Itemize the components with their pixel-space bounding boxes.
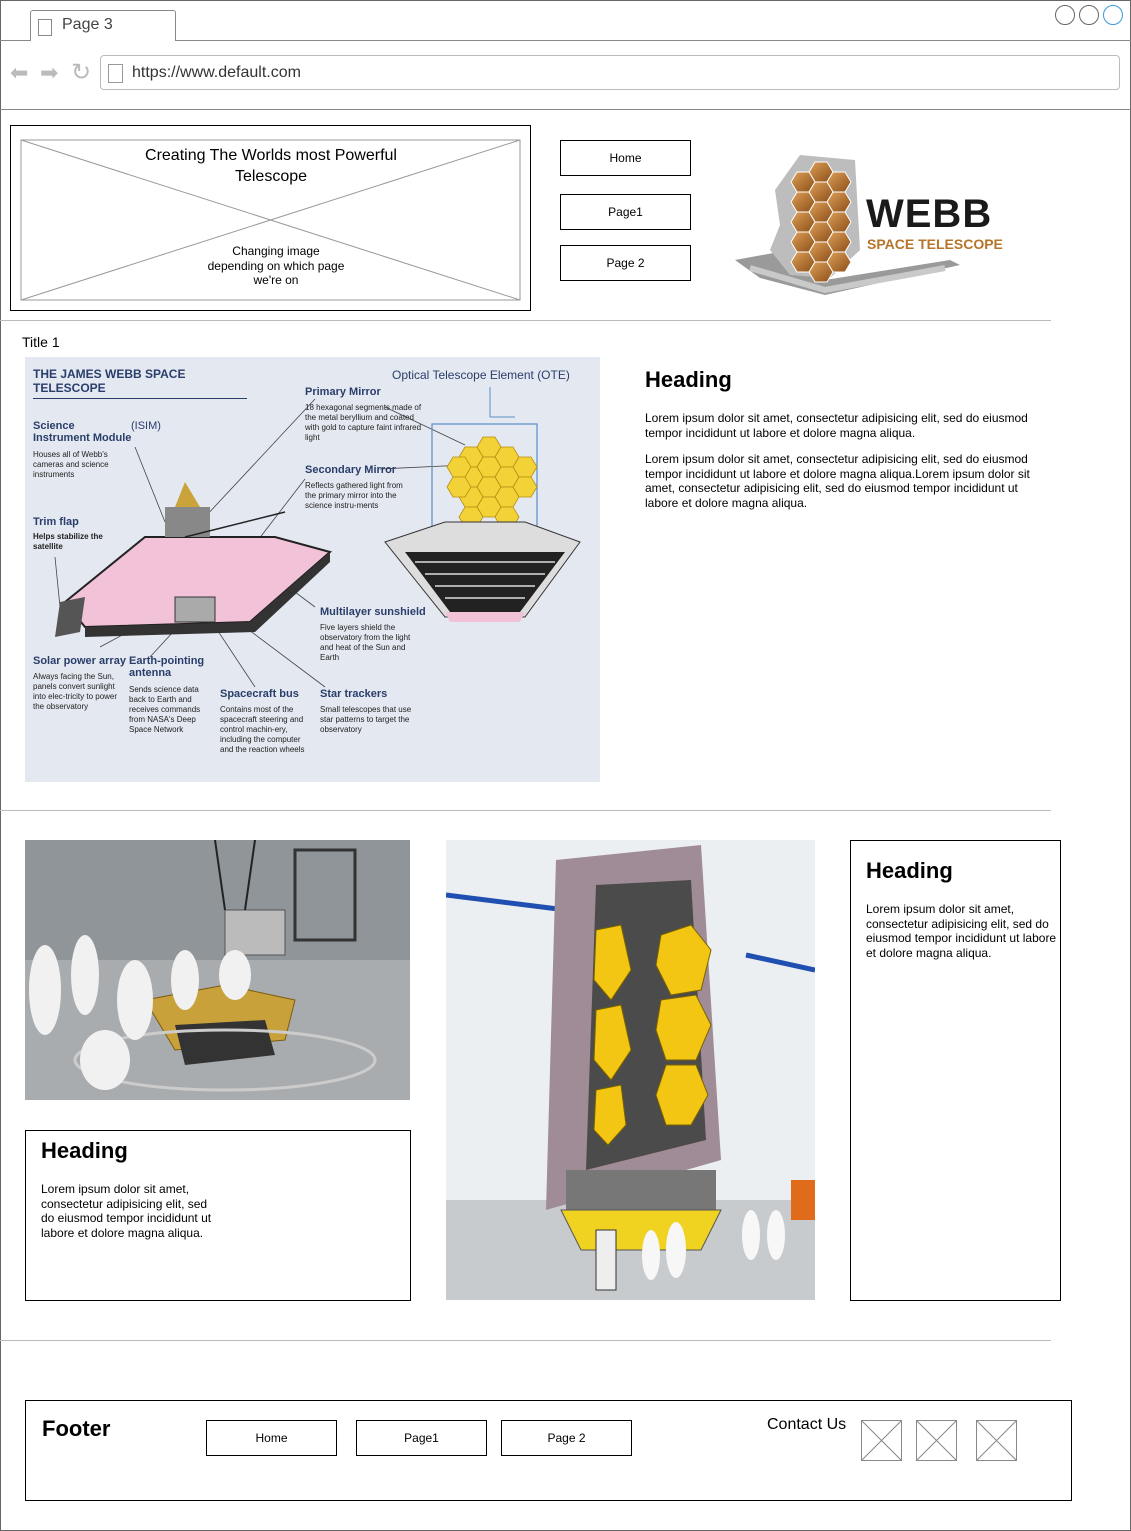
diagram-isim-abbr: (ISIM): [131, 420, 161, 432]
section-title: Title 1: [22, 334, 60, 350]
cleanroom-mirror-photo: [25, 840, 410, 1100]
window-maximize-button[interactable]: [1079, 5, 1099, 25]
page-icon: [108, 64, 123, 83]
window-close-button[interactable]: [1103, 5, 1123, 25]
section1-paragraph-2: Lorem ipsum dolor sit amet, consectetur …: [645, 452, 1030, 510]
info-card-right: Heading Lorem ipsum dolor sit amet, cons…: [850, 840, 1061, 1301]
logo-wordmark: WEBB: [866, 192, 993, 236]
diagram-bus-label: Spacecraft bus: [220, 688, 299, 700]
folded-telescope-photo-icon: [446, 840, 815, 1300]
diagram-bus-desc: Contains most of the spacecraft steering…: [220, 705, 305, 754]
footer-page2-button[interactable]: Page 2: [501, 1420, 632, 1456]
social-icon-2[interactable]: [916, 1420, 957, 1461]
section1-heading: Heading: [645, 367, 732, 392]
toolbar-divider: [0, 109, 1131, 110]
url-text: https://www.default.com: [132, 64, 301, 81]
back-arrow-icon[interactable]: ⬅: [10, 62, 28, 84]
card-heading: Heading: [866, 858, 953, 883]
footer-page1-button[interactable]: Page1: [356, 1420, 487, 1456]
section-divider: [0, 1340, 1051, 1341]
cleanroom-photo-icon: [25, 840, 410, 1100]
telescope-folded-photo: [446, 840, 815, 1300]
diagram-antenna-desc: Sends science data back to Earth and rec…: [129, 685, 201, 734]
footer-title: Footer: [42, 1416, 111, 1441]
hero-note: Changing image depending on which page w…: [207, 244, 345, 287]
page-icon: [38, 19, 52, 36]
tab-title: Page 3: [62, 16, 113, 33]
section-divider: [0, 320, 1051, 321]
nav-page2-button[interactable]: Page 2: [560, 245, 691, 281]
social-icon-3[interactable]: [976, 1420, 1017, 1461]
footer-home-button[interactable]: Home: [206, 1420, 337, 1456]
footer: Footer Home Page1 Page 2 Contact Us: [25, 1400, 1072, 1501]
diagram-primary-mirror-desc: 18 hexagonal segments made of the metal …: [305, 403, 422, 442]
section1-paragraph-1: Lorem ipsum dolor sit amet, consectetur …: [645, 411, 1028, 440]
diagram-title: THE JAMES WEBB SPACE TELESCOPE: [33, 367, 247, 399]
diagram-isim-desc: Houses all of Webb's cameras and science…: [33, 450, 109, 479]
jwst-diagram-image: THE JAMES WEBB SPACE TELESCOPE Optical T…: [25, 357, 600, 782]
card-heading: Heading: [41, 1138, 128, 1163]
diagram-solar-desc: Always facing the Sun, panels convert su…: [33, 672, 118, 711]
diagram-antenna-label: Earth-pointing antenna: [129, 655, 205, 679]
section-divider: [0, 810, 1051, 811]
window-minimize-button[interactable]: [1055, 5, 1075, 25]
diagram-solar-label: Solar power array: [33, 655, 126, 667]
contact-us-label: Contact Us: [767, 1416, 847, 1433]
diagram-sunshield-label: Multilayer sunshield: [320, 606, 426, 618]
hero-image-container: Creating The Worlds most Powerful Telesc…: [10, 125, 531, 311]
address-bar[interactable]: https://www.default.com: [100, 55, 1120, 90]
diagram-trim-flap-label: Trim flap: [33, 516, 79, 528]
reload-icon[interactable]: ↻: [71, 61, 91, 85]
info-card-left: Heading Lorem ipsum dolor sit amet, cons…: [25, 1130, 411, 1301]
diagram-secondary-mirror-label: Secondary Mirror: [305, 464, 397, 476]
browser-tab[interactable]: Page 3: [30, 10, 176, 41]
nav-home-button[interactable]: Home: [560, 140, 691, 176]
nav-page1-button[interactable]: Page1: [560, 194, 691, 230]
diagram-trim-flap-desc: Helps stabilize the satellite: [33, 532, 103, 551]
card-text: Lorem ipsum dolor sit amet, consectetur …: [866, 902, 1057, 960]
diagram-trackers-label: Star trackers: [320, 688, 388, 700]
diagram-secondary-mirror-desc: Reflects gathered light from the primary…: [305, 481, 403, 510]
diagram-primary-mirror-label: Primary Mirror: [305, 386, 381, 398]
logo-subtitle: SPACE TELESCOPE: [867, 236, 1003, 252]
card-text: Lorem ipsum dolor sit amet, consectetur …: [41, 1182, 212, 1240]
forward-arrow-icon[interactable]: ➡: [40, 62, 58, 84]
hero-title: Creating The Worlds most Powerful Telesc…: [145, 147, 397, 185]
webb-logo: WEBB SPACE TELESCOPE: [730, 150, 1040, 320]
social-icon-1[interactable]: [861, 1420, 902, 1461]
diagram-trackers-desc: Small telescopes that use star patterns …: [320, 705, 412, 734]
diagram-isim-label: Science Instrument Module: [33, 420, 132, 444]
diagram-ote-label: Optical Telescope Element (OTE): [392, 368, 570, 382]
diagram-sunshield-desc: Five layers shield the observatory from …: [320, 623, 411, 662]
